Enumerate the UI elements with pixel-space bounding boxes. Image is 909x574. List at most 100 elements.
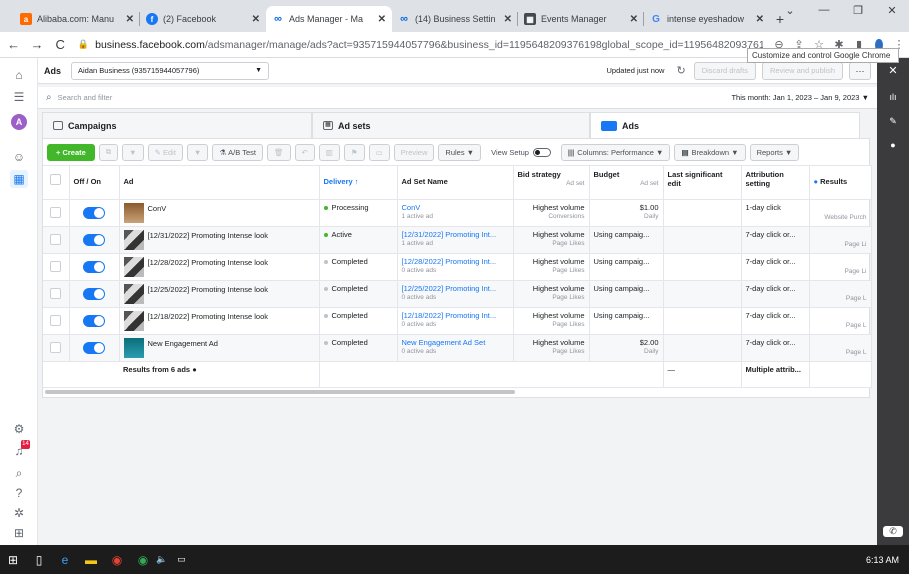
account-selector[interactable]: Aidan Business (935715944057796) ▼ <box>71 61 270 80</box>
breakdown-button[interactable]: ▤ Breakdown ▼ <box>674 143 746 161</box>
ad-set-link[interactable]: [12/18/2022] Promoting Int... <box>402 311 509 320</box>
tab-ad-sets[interactable]: ▦ Ad sets <box>312 112 590 138</box>
row-checkbox[interactable] <box>50 234 62 245</box>
create-button[interactable]: + Create <box>47 143 95 161</box>
file-explorer-icon[interactable]: ▬ <box>78 553 104 567</box>
browser-tab-business-settings[interactable]: ∞ (14) Business Settin ✕ <box>392 6 518 32</box>
row-checkbox[interactable] <box>50 342 62 353</box>
view-setup-toggle[interactable]: View Setup <box>485 144 557 161</box>
ad-toggle-switch[interactable] <box>83 207 105 219</box>
col-delivery[interactable]: Delivery ↑ <box>319 165 398 200</box>
restore-button[interactable]: ❐ <box>841 4 875 17</box>
rules-button[interactable]: Rules ▼ <box>438 143 482 161</box>
volume-icon[interactable]: 🔈 <box>156 554 167 565</box>
minimize-button[interactable]: — <box>807 4 841 17</box>
ad-name[interactable]: [12/18/2022] Promoting Intense look <box>148 312 269 321</box>
emoji-icon[interactable]: ☺ <box>10 148 28 166</box>
browser-tab-facebook[interactable]: f (2) Facebook ✕ <box>140 6 266 32</box>
row-checkbox[interactable] <box>50 261 62 272</box>
search-filter-bar[interactable]: ⌕ Search and filter This month: Jan 1, 2… <box>38 87 877 109</box>
chart-icon[interactable]: ılı <box>877 92 909 102</box>
duplicate-dropdown[interactable]: ▼ <box>122 143 144 161</box>
windows-start-icon[interactable]: ⊞ <box>0 553 26 567</box>
select-all-checkbox[interactable] <box>43 165 70 200</box>
search-input[interactable]: Search and filter <box>58 93 113 102</box>
ad-toggle-switch[interactable] <box>83 342 105 354</box>
table-row[interactable]: ConV Processing ConV 1 active ad Highest … <box>43 199 872 227</box>
row-checkbox[interactable] <box>50 315 62 326</box>
ad-name[interactable]: [12/31/2022] Promoting Intense look <box>148 231 269 240</box>
ad-set-link[interactable]: [12/31/2022] Promoting Int... <box>402 230 509 239</box>
delete-icon[interactable]: 🗑 <box>266 143 291 161</box>
col-results[interactable]: ● Results <box>809 165 872 200</box>
table-row[interactable]: [12/31/2022] Promoting Intense look Acti… <box>43 226 872 254</box>
account-avatar[interactable]: A <box>11 114 27 130</box>
task-view-icon[interactable]: ▯ <box>26 553 52 567</box>
settings-gear-icon[interactable]: ⚙ <box>10 420 28 438</box>
ad-name[interactable]: ConV <box>148 204 167 213</box>
col-ad-set-name[interactable]: Ad Set Name <box>397 165 514 200</box>
tab-search-icon[interactable]: ⌄ <box>773 4 807 17</box>
columns-button[interactable]: ||| Columns: Performance ▼ <box>560 143 671 161</box>
shortcuts-icon[interactable]: ⊞ <box>10 524 28 542</box>
row-checkbox[interactable] <box>50 207 62 218</box>
edge-icon[interactable]: e <box>52 553 78 567</box>
refresh-icon[interactable]: ↻ <box>676 64 685 77</box>
trash-icon[interactable]: ▥ <box>318 143 340 161</box>
close-icon[interactable]: ✕ <box>630 14 638 25</box>
ad-set-link[interactable]: [12/25/2022] Promoting Int... <box>402 284 509 293</box>
ad-toggle-switch[interactable] <box>83 234 105 246</box>
preview-button[interactable]: Preview <box>393 143 435 161</box>
forward-icon[interactable]: → <box>27 37 46 52</box>
phone-icon[interactable]: ✆ <box>883 526 903 537</box>
close-icon[interactable]: ✕ <box>126 14 134 25</box>
menu-icon[interactable]: ☰ <box>10 88 28 106</box>
bug-report-icon[interactable]: ✲ <box>10 504 28 522</box>
ad-name[interactable]: [12/25/2022] Promoting Intense look <box>148 285 269 294</box>
close-icon[interactable]: ✕ <box>378 14 386 25</box>
ad-toggle-switch[interactable] <box>83 261 105 273</box>
col-off-on[interactable]: Off / On <box>69 165 120 200</box>
ad-set-link[interactable]: New Engagement Ad Set <box>402 338 509 347</box>
ad-toggle-switch[interactable] <box>83 315 105 327</box>
url-input[interactable]: 🔒 business.facebook.com/adsmanager/manag… <box>78 35 763 55</box>
table-row[interactable]: [12/28/2022] Promoting Intense look Comp… <box>43 253 872 281</box>
info-icon[interactable]: ● <box>877 140 909 150</box>
discard-drafts-button[interactable]: Discard drafts <box>693 61 756 80</box>
edit-dropdown[interactable]: ▼ <box>186 143 209 161</box>
search-icon[interactable]: ⌕ <box>10 464 28 482</box>
ad-set-link[interactable]: [12/28/2022] Promoting Int... <box>402 257 509 266</box>
tag-icon[interactable]: ⚑ <box>343 143 365 161</box>
col-last-significant-edit[interactable]: Last significant edit <box>663 165 742 200</box>
reports-button[interactable]: Reports ▼ <box>749 143 800 161</box>
ad-name[interactable]: New Engagement Ad <box>148 339 218 348</box>
col-bid-strategy[interactable]: Bid strategy Ad set <box>513 165 590 200</box>
tab-campaigns[interactable]: Campaigns <box>42 112 312 138</box>
ads-manager-grid-icon[interactable]: ▦ <box>10 170 28 188</box>
back-icon[interactable]: ← <box>4 37 23 52</box>
reload-icon[interactable]: C <box>51 37 70 52</box>
table-row[interactable]: New Engagement Ad Completed New Engageme… <box>43 334 872 362</box>
ad-name[interactable]: [12/28/2022] Promoting Intense look <box>148 258 269 267</box>
browser-tab-ads-manager[interactable]: ∞ Ads Manager - Ma ✕ <box>266 6 392 32</box>
close-panel-icon[interactable]: ✕ <box>877 64 909 77</box>
date-range-picker[interactable]: This month: Jan 1, 2023 – Jan 9, 2023 ▼ <box>731 93 869 102</box>
close-window-button[interactable]: ✕ <box>875 4 909 17</box>
horizontal-scrollbar[interactable] <box>45 390 515 394</box>
undo-icon[interactable]: ↶ <box>294 143 315 161</box>
table-row[interactable]: [12/18/2022] Promoting Intense look Comp… <box>43 307 872 335</box>
browser-tab-alibaba[interactable]: a Alibaba.com: Manu ✕ <box>14 6 140 32</box>
table-row[interactable]: [12/25/2022] Promoting Intense look Comp… <box>43 280 872 308</box>
col-attribution-setting[interactable]: Attribution setting <box>741 165 810 200</box>
browser-tab-events-manager[interactable]: ▦ Events Manager ✕ <box>518 6 644 32</box>
close-icon[interactable]: ✕ <box>252 14 260 25</box>
row-checkbox[interactable] <box>50 288 62 299</box>
duplicate-button[interactable]: ⧉ <box>98 143 119 161</box>
pencil-icon[interactable]: ✎ <box>877 116 909 127</box>
col-budget[interactable]: Budget Ad set <box>589 165 664 200</box>
network-icon[interactable]: ▭ <box>177 554 186 565</box>
close-icon[interactable]: ✕ <box>504 14 512 25</box>
edit-button[interactable]: ✎ Edit <box>147 143 183 161</box>
ad-toggle-switch[interactable] <box>83 288 105 300</box>
help-icon[interactable]: ? <box>10 484 28 502</box>
